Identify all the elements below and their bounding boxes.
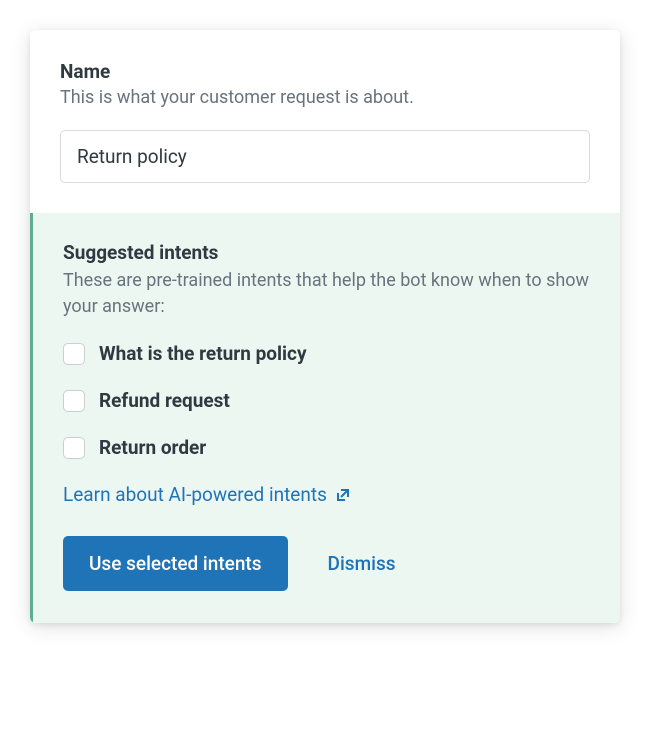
intent-label: What is the return policy — [99, 342, 307, 365]
intent-label: Refund request — [99, 389, 230, 412]
name-label: Name — [60, 60, 590, 83]
intent-option[interactable]: Return order — [63, 436, 590, 459]
checkbox-icon[interactable] — [63, 343, 85, 365]
dismiss-button[interactable]: Dismiss — [328, 552, 396, 575]
checkbox-icon[interactable] — [63, 390, 85, 412]
suggested-intents-title: Suggested intents — [63, 241, 590, 264]
learn-link-text: Learn about AI-powered intents — [63, 483, 327, 506]
external-link-icon — [335, 487, 351, 503]
learn-about-intents-link[interactable]: Learn about AI-powered intents — [63, 483, 351, 506]
checkbox-icon[interactable] — [63, 437, 85, 459]
intent-label: Return order — [99, 436, 206, 459]
intent-panel: Name This is what your customer request … — [30, 30, 620, 623]
name-section: Name This is what your customer request … — [30, 30, 620, 213]
suggested-intents-description: These are pre-trained intents that help … — [63, 268, 590, 320]
suggested-intents-section: Suggested intents These are pre-trained … — [30, 213, 620, 623]
intent-option[interactable]: What is the return policy — [63, 342, 590, 365]
name-description: This is what your customer request is ab… — [60, 87, 590, 108]
intent-option[interactable]: Refund request — [63, 389, 590, 412]
use-selected-intents-button[interactable]: Use selected intents — [63, 536, 288, 591]
name-input[interactable] — [60, 130, 590, 183]
button-row: Use selected intents Dismiss — [63, 536, 590, 591]
